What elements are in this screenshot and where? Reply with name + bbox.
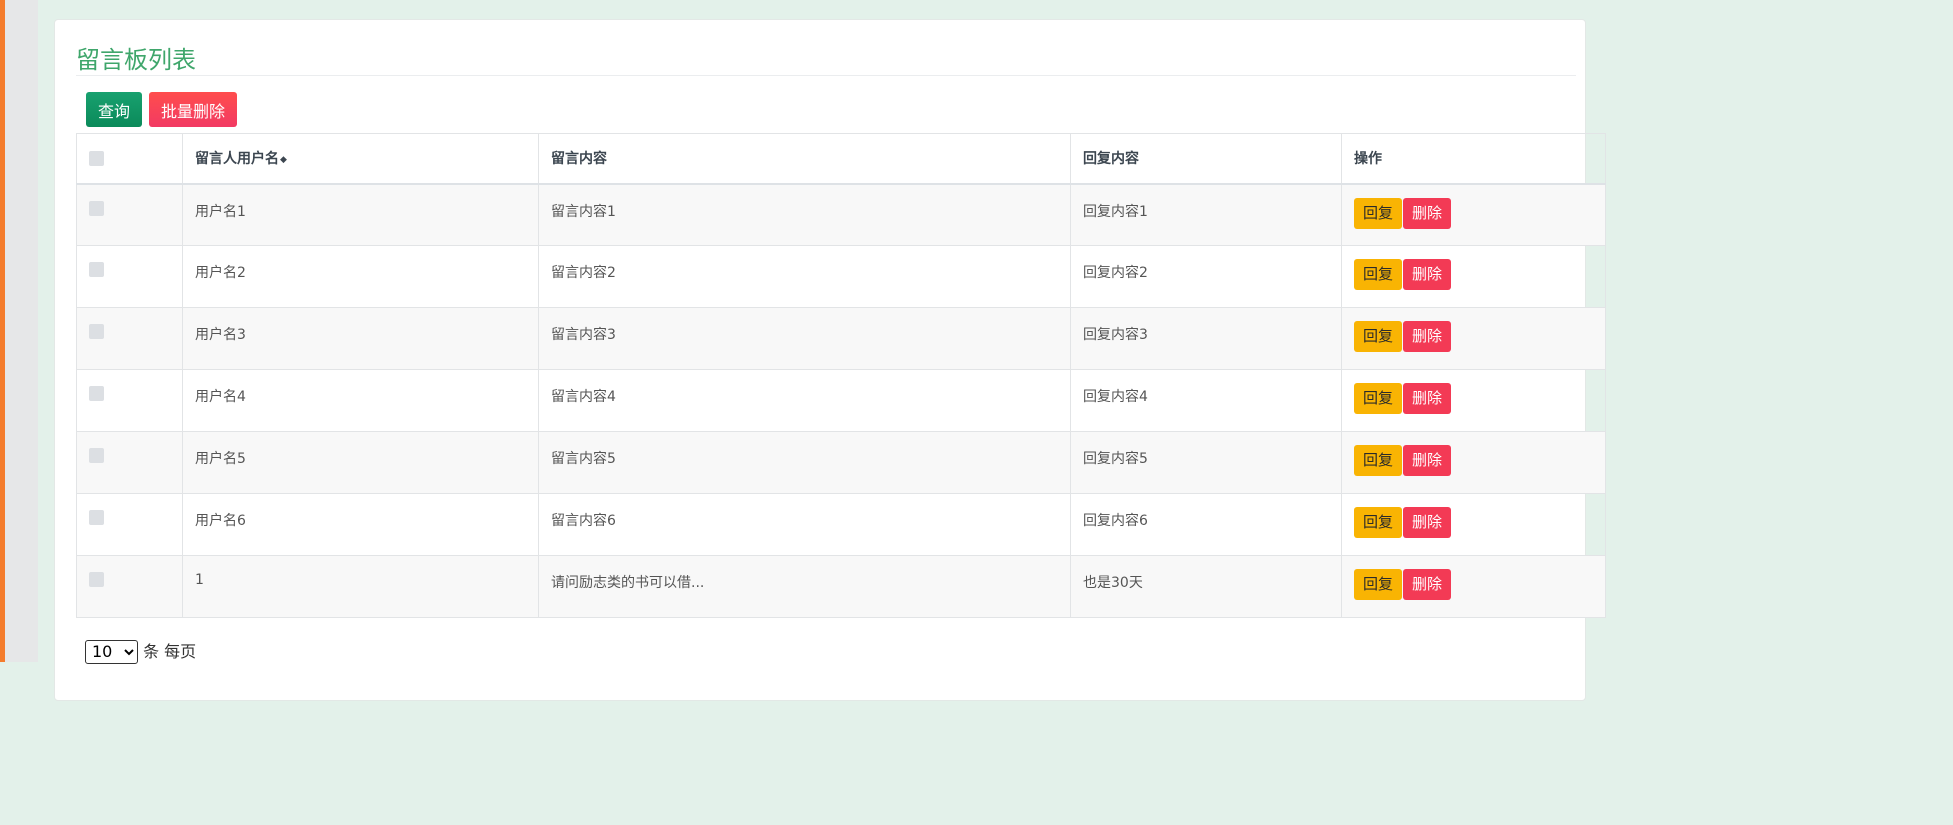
delete-button[interactable]: 删除	[1403, 445, 1452, 476]
message-table: 留言人用户名◆ 留言内容 回复内容 操作 用户名1 留言内容1 回复内容1 回复 删除用…	[76, 133, 1606, 618]
header-username-label: 留言人用户名	[195, 151, 279, 168]
page-size-select[interactable]: 10	[85, 639, 138, 664]
row-actions: 回复 删除	[1341, 431, 1606, 494]
row-reply: 回复内容5	[1070, 431, 1342, 494]
table-row: 用户名6 留言内容6 回复内容6 回复 删除	[76, 493, 1606, 556]
row-username: 用户名5	[182, 431, 539, 494]
row-select-cell[interactable]	[76, 369, 183, 432]
reply-button[interactable]: 回复	[1354, 383, 1403, 414]
page-size-suffix: 条 每页	[143, 642, 197, 661]
row-username: 用户名6	[182, 493, 539, 556]
row-checkbox[interactable]	[89, 200, 104, 216]
row-select-cell[interactable]	[76, 493, 183, 556]
row-reply: 回复内容3	[1070, 307, 1342, 370]
row-reply: 回复内容1	[1070, 183, 1342, 246]
row-actions: 回复 删除	[1341, 555, 1606, 618]
row-content: 留言内容3	[538, 307, 1071, 370]
select-all-checkbox[interactable]	[89, 150, 104, 166]
row-checkbox[interactable]	[89, 448, 104, 463]
row-select-cell[interactable]	[76, 307, 183, 370]
table-row: 用户名3 留言内容3 回复内容3 回复 删除	[76, 307, 1606, 370]
reply-button[interactable]: 回复	[1354, 259, 1403, 290]
delete-button[interactable]: 删除	[1403, 383, 1452, 414]
row-checkbox[interactable]	[89, 324, 104, 339]
reply-button[interactable]: 回复	[1354, 321, 1403, 352]
sort-icon[interactable]: ◆	[280, 155, 287, 165]
row-select-cell[interactable]	[76, 555, 183, 618]
table-row: 用户名1 留言内容1 回复内容1 回复 删除	[76, 183, 1606, 246]
table-row: 1 请问励志类的书可以借... 也是30天 回复 删除	[76, 555, 1606, 618]
row-actions: 回复 删除	[1341, 369, 1606, 432]
header-select-all[interactable]	[76, 133, 183, 185]
row-actions: 回复 删除	[1341, 307, 1606, 370]
page-title: 留言板列表	[76, 46, 196, 74]
delete-button[interactable]: 删除	[1403, 321, 1452, 352]
reply-button[interactable]: 回复	[1354, 197, 1403, 229]
row-content: 留言内容5	[538, 431, 1071, 494]
row-select-cell[interactable]	[76, 245, 183, 308]
row-content: 留言内容1	[538, 183, 1071, 246]
table-row: 用户名5 留言内容5 回复内容5 回复 删除	[76, 431, 1606, 494]
row-reply: 回复内容4	[1070, 369, 1342, 432]
row-content: 留言内容6	[538, 493, 1071, 556]
row-content: 留言内容4	[538, 369, 1071, 432]
row-actions: 回复 删除	[1341, 245, 1606, 308]
sidebar-collapsed	[5, 0, 38, 662]
header-reply: 回复内容	[1070, 133, 1342, 185]
row-select-cell[interactable]	[76, 431, 183, 494]
reply-button[interactable]: 回复	[1354, 569, 1403, 600]
row-actions: 回复 删除	[1341, 493, 1606, 556]
delete-button[interactable]: 删除	[1403, 259, 1452, 290]
row-username: 1	[182, 555, 539, 618]
delete-button[interactable]: 删除	[1403, 569, 1452, 600]
table-row: 用户名4 留言内容4 回复内容4 回复 删除	[76, 369, 1606, 432]
table-row: 用户名2 留言内容2 回复内容2 回复 删除	[76, 245, 1606, 308]
row-select-cell[interactable]	[76, 183, 183, 246]
reply-button[interactable]: 回复	[1354, 507, 1403, 538]
row-checkbox[interactable]	[89, 572, 104, 587]
title-divider	[76, 75, 1576, 76]
header-username[interactable]: 留言人用户名◆	[182, 133, 539, 185]
row-content: 请问励志类的书可以借...	[538, 555, 1071, 618]
row-username: 用户名2	[182, 245, 539, 308]
row-username: 用户名4	[182, 369, 539, 432]
row-reply: 回复内容6	[1070, 493, 1342, 556]
delete-button[interactable]: 删除	[1403, 507, 1452, 538]
row-checkbox[interactable]	[89, 386, 104, 401]
reply-button[interactable]: 回复	[1354, 445, 1403, 476]
pagination: 10 条 每页	[85, 638, 196, 664]
row-reply: 也是30天	[1070, 555, 1342, 618]
row-checkbox[interactable]	[89, 262, 104, 277]
query-button[interactable]: 查询	[86, 92, 142, 127]
row-reply: 回复内容2	[1070, 245, 1342, 308]
row-checkbox[interactable]	[89, 510, 104, 525]
row-username: 用户名3	[182, 307, 539, 370]
content-card: 留言板列表 查询 批量删除 留言人用户名◆ 留言内容 回复内容 操作 用户名1 留…	[54, 19, 1606, 701]
header-actions: 操作	[1341, 133, 1606, 185]
table-header-row: 留言人用户名◆ 留言内容 回复内容 操作	[76, 133, 1606, 185]
batch-delete-button[interactable]: 批量删除	[149, 92, 237, 127]
row-content: 留言内容2	[538, 245, 1071, 308]
header-content: 留言内容	[538, 133, 1071, 185]
delete-button[interactable]: 删除	[1403, 197, 1452, 229]
row-actions: 回复 删除	[1341, 183, 1606, 246]
row-username: 用户名1	[182, 183, 539, 246]
